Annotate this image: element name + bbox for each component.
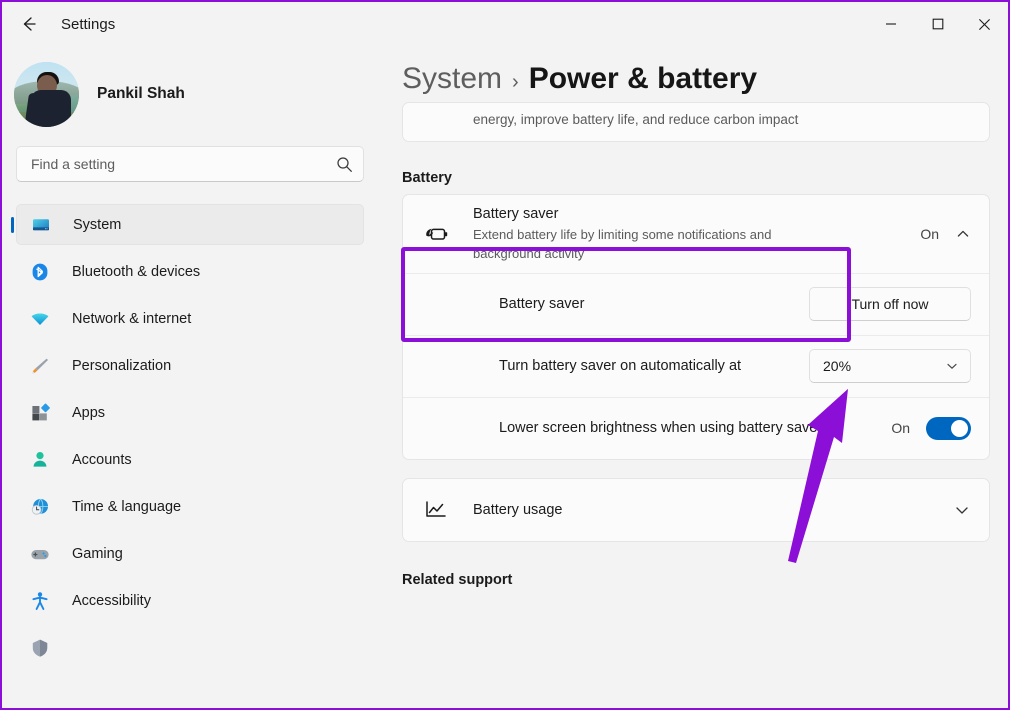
maximize-icon <box>932 18 943 30</box>
back-button[interactable] <box>12 9 46 39</box>
avatar <box>14 61 79 127</box>
back-arrow-icon <box>23 17 36 31</box>
battery-threshold-select[interactable]: 20% <box>809 349 971 384</box>
auto-battery-saver-text: Turn battery saver on automatically at <box>499 347 809 385</box>
maximize-button[interactable] <box>914 2 961 46</box>
battery-saver-title: Battery saver <box>473 206 559 222</box>
battery-usage-card: Battery usage <box>402 477 990 542</box>
title-bar: Settings <box>2 2 1008 46</box>
profile-name: Pankil Shah <box>97 85 185 102</box>
turn-off-now-button[interactable]: Turn off now <box>809 287 971 322</box>
monitor-icon <box>31 215 51 235</box>
auto-battery-saver-control: 20% <box>809 349 971 384</box>
energy-card-visible-line: energy, improve battery life, and reduce… <box>473 112 799 127</box>
battery-section-heading: Battery <box>402 170 452 186</box>
sidebar-item-bluetooth-devices[interactable]: Bluetooth & devices <box>16 251 364 292</box>
energy-recommendations-card-scrolled[interactable]: energy, improve battery life, and reduce… <box>402 102 990 142</box>
battery-saver-toggle-row: Battery saver Turn off now <box>403 272 989 335</box>
chevron-down-icon <box>945 359 959 373</box>
battery-saver-subrow-title: Battery saver <box>499 296 585 313</box>
accessibility-icon <box>30 591 50 611</box>
sidebar-item-personalization[interactable]: Personalization <box>16 345 364 386</box>
battery-usage-row[interactable]: Battery usage <box>403 479 989 541</box>
minimize-button[interactable] <box>867 2 914 46</box>
gamepad-icon <box>30 544 50 564</box>
battery-saver-subrow-control: Turn off now <box>809 287 971 322</box>
person-icon <box>30 450 50 470</box>
sidebar-item-label: Network & internet <box>72 310 192 327</box>
chevron-up-icon[interactable] <box>955 226 971 242</box>
sidebar-item-gaming[interactable]: Gaming <box>16 533 364 574</box>
battery-threshold-value: 20% <box>823 358 852 375</box>
sidebar-item-label: Bluetooth & devices <box>72 263 201 280</box>
window-title: Settings <box>61 15 116 33</box>
battery-usage-right <box>953 501 971 519</box>
search-icon <box>336 156 353 173</box>
battery-saver-row[interactable]: Battery saver Extend battery life by lim… <box>403 195 989 273</box>
sidebar-item-label: System <box>73 216 122 233</box>
close-button[interactable] <box>961 2 1008 46</box>
sidebar-item-time-language[interactable]: Time & language <box>16 486 364 527</box>
shield-icon <box>30 638 50 658</box>
line-chart-icon <box>423 499 449 521</box>
related-support-heading: Related support <box>402 571 513 588</box>
battery-usage-text: Battery usage <box>473 491 953 529</box>
sidebar-item-label: Accessibility <box>72 592 151 609</box>
toggle-knob <box>951 419 968 437</box>
sidebar-item-label: Personalization <box>72 357 172 374</box>
breadcrumb-separator-icon: › <box>512 71 519 93</box>
sidebar: Pankil Shah Find a setting System Blueto… <box>4 46 378 708</box>
minimize-icon <box>885 23 896 25</box>
battery-saver-status: On <box>920 225 939 242</box>
lower-brightness-toggle[interactable] <box>926 416 971 440</box>
settings-window: Settings Pankil Shah Find a setting Syst… <box>0 0 1010 710</box>
sidebar-item-label: Accounts <box>72 451 132 468</box>
page-title: Power & battery <box>528 62 758 95</box>
battery-saver-subrow-text: Battery saver <box>499 285 809 323</box>
sidebar-item-system[interactable]: System <box>16 204 364 245</box>
battery-saver-card: Battery saver Extend battery life by lim… <box>402 194 990 460</box>
sidebar-item-label: Apps <box>72 404 106 421</box>
globe-clock-icon <box>30 497 50 517</box>
battery-saver-right: On <box>920 226 971 242</box>
sidebar-item-accessibility[interactable]: Accessibility <box>16 580 364 621</box>
sidebar-nav: System Bluetooth & devices Network & int… <box>4 204 378 668</box>
paintbrush-icon <box>30 356 50 376</box>
window-controls <box>867 2 1008 46</box>
profile-section[interactable]: Pankil Shah <box>4 46 378 127</box>
wifi-icon <box>30 309 50 329</box>
close-icon <box>979 18 990 30</box>
search-input[interactable] <box>31 156 336 172</box>
apps-icon <box>30 403 50 423</box>
lower-brightness-control: On <box>891 416 971 440</box>
breadcrumb: System › Power & battery <box>378 46 1008 96</box>
lower-brightness-row: Lower screen brightness when using batte… <box>403 396 989 459</box>
sidebar-item-label: Time & language <box>72 498 182 515</box>
sidebar-item-apps[interactable]: Apps <box>16 392 364 433</box>
sidebar-item-privacy-security[interactable] <box>16 627 364 668</box>
search-box[interactable] <box>16 146 364 182</box>
sidebar-item-accounts[interactable]: Accounts <box>16 439 364 480</box>
battery-saver-icon <box>423 224 449 244</box>
lower-brightness-toggle-label: On <box>891 420 910 437</box>
lower-brightness-text: Lower screen brightness when using batte… <box>499 409 891 447</box>
battery-saver-subtitle: Extend battery life by limiting some not… <box>473 227 772 262</box>
sidebar-item-network-internet[interactable]: Network & internet <box>16 298 364 339</box>
bluetooth-icon <box>30 262 50 282</box>
battery-usage-title: Battery usage <box>473 501 563 518</box>
chevron-down-icon[interactable] <box>953 501 971 519</box>
battery-saver-text: Battery saver Extend battery life by lim… <box>473 195 920 273</box>
sidebar-item-label: Gaming <box>72 545 123 562</box>
breadcrumb-root[interactable]: System <box>402 62 502 96</box>
auto-battery-saver-title: Turn battery saver on automatically at <box>499 358 742 375</box>
auto-battery-saver-row: Turn battery saver on automatically at 2… <box>403 334 989 397</box>
main-content: System › Power & battery energy, improve… <box>378 46 1008 708</box>
lower-brightness-title: Lower screen brightness when using batte… <box>499 420 823 437</box>
